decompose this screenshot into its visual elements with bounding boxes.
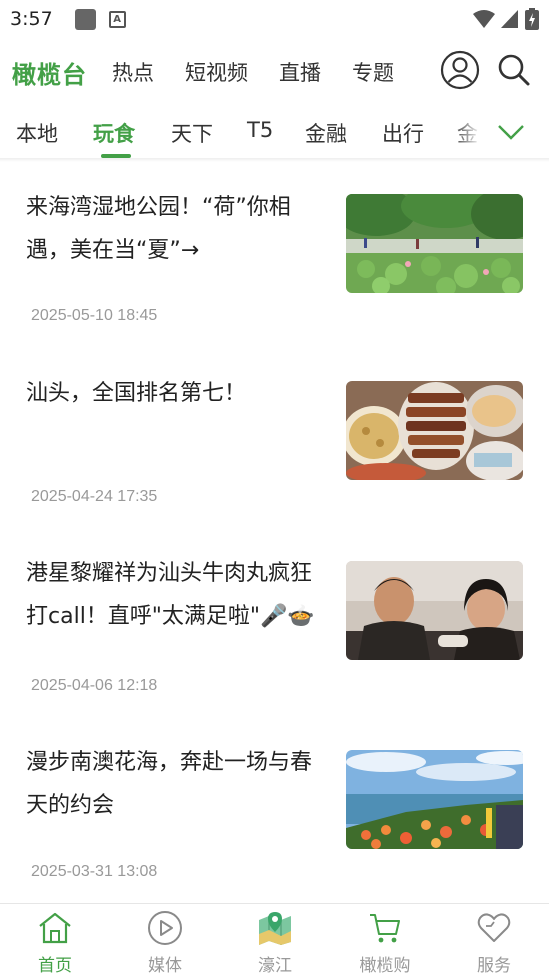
news-date: 2025-03-31 13:08 [31, 863, 158, 880]
news-thumbnail-lotus-park[interactable] [346, 194, 523, 293]
search-icon[interactable] [497, 53, 531, 87]
tab-local[interactable]: 本地 [16, 118, 58, 148]
news-title[interactable]: 来海湾湿地公园！“荷”你相遇，美在当“夏”→ [26, 186, 326, 272]
bottom-nav: 首页 媒体 濠江 橄榄购 服务 [0, 903, 549, 977]
bottom-nav-shop[interactable]: 橄榄购 [330, 904, 440, 977]
top-nav: 热点 短视频 直播 专题 [112, 57, 425, 87]
status-bar: 3:57 A [0, 0, 549, 38]
tab-world[interactable]: 天下 [171, 118, 213, 148]
play-icon [148, 911, 182, 945]
news-title[interactable]: 港星黎耀祥为汕头牛肉丸疯狂打call！直呼"太满足啦"🎤🍲 [26, 552, 326, 638]
tab-t5[interactable]: T5 [247, 118, 273, 142]
news-item[interactable]: 汕头，全国排名第七！ 2025-04-24 17:35 [0, 372, 549, 532]
bottom-nav-media[interactable]: 媒体 [110, 904, 220, 977]
cart-icon [370, 914, 400, 943]
news-date: 2025-04-24 17:35 [31, 488, 158, 505]
home-icon [39, 912, 71, 944]
wifi-icon [473, 10, 495, 28]
bottom-nav-home[interactable]: 首页 [0, 904, 110, 977]
top-nav-live[interactable]: 直播 [279, 57, 321, 87]
signal-icon [501, 10, 518, 28]
tab-finance[interactable]: 金融 [305, 118, 347, 148]
top-nav-short-video[interactable]: 短视频 [185, 57, 248, 87]
heart-icon [477, 913, 511, 942]
news-date: 2025-04-06 12:18 [31, 677, 158, 694]
news-thumbnail-food[interactable] [346, 381, 523, 480]
bottom-nav-label: 服务 [477, 956, 511, 976]
battery-icon [525, 8, 539, 30]
bottom-nav-haojiang[interactable]: 濠江 [220, 904, 330, 977]
category-tabs: 本地 玩食 天下 T5 金融 出行 金 [0, 110, 549, 158]
news-item[interactable]: 来海湾湿地公园！“荷”你相遇，美在当“夏”→ 2025-05-10 18:45 [0, 186, 549, 346]
news-item[interactable]: 漫步南澳花海，奔赴一场与春天的约会 2025-03-31 13:08 [0, 741, 549, 901]
divider [0, 158, 549, 162]
bottom-nav-service[interactable]: 服务 [439, 904, 549, 977]
app-logo[interactable]: 橄榄台 [12, 55, 87, 90]
app-header: 橄榄台 热点 短视频 直播 专题 [0, 45, 549, 97]
news-item[interactable]: 港星黎耀祥为汕头牛肉丸疯狂打call！直呼"太满足啦"🎤🍲 2025-04-06… [0, 552, 549, 712]
notification-a-icon: A [108, 10, 126, 28]
tab-travel[interactable]: 出行 [382, 118, 424, 148]
top-nav-hot[interactable]: 热点 [112, 57, 154, 87]
bottom-nav-label: 濠江 [258, 956, 292, 976]
news-thumbnail-flower-sea[interactable] [346, 750, 523, 849]
news-thumbnail-celebrity[interactable] [346, 561, 523, 660]
news-title[interactable]: 汕头，全国排名第七！ [26, 372, 326, 415]
map-icon [259, 912, 291, 945]
bottom-nav-label: 首页 [38, 956, 72, 976]
notification-app-icon [74, 8, 96, 30]
bottom-nav-label: 橄榄购 [359, 956, 411, 976]
tab-food[interactable]: 玩食 [93, 118, 135, 148]
bottom-nav-label: 媒体 [148, 956, 182, 976]
top-nav-topics[interactable]: 专题 [352, 57, 394, 87]
chevron-down-icon[interactable] [497, 122, 525, 142]
news-title[interactable]: 漫步南澳花海，奔赴一场与春天的约会 [26, 741, 326, 827]
user-icon[interactable] [440, 50, 480, 90]
news-date: 2025-05-10 18:45 [31, 307, 158, 324]
status-time: 3:57 [10, 8, 53, 30]
